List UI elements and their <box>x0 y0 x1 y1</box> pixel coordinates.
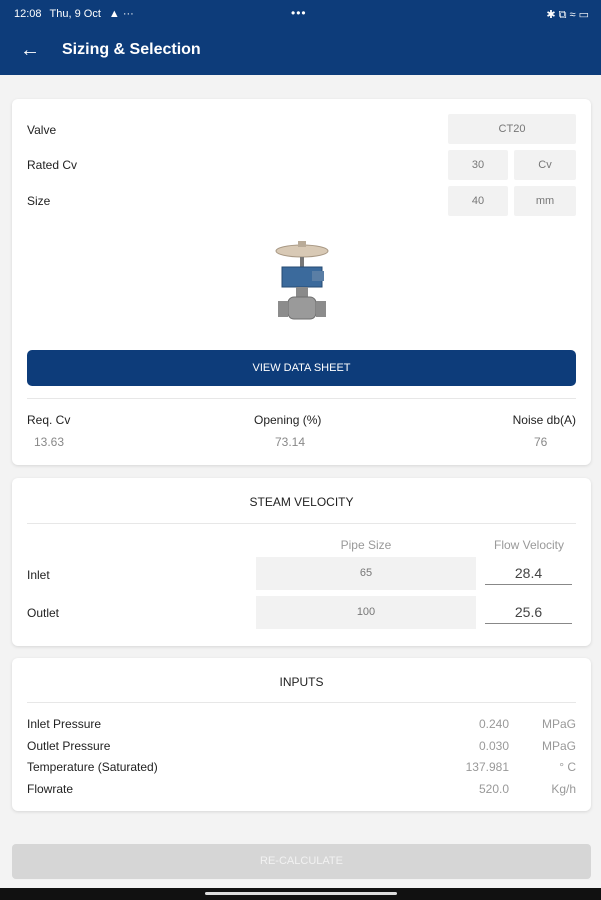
valve-label: Valve <box>27 123 57 137</box>
temperature-unit: ° C <box>559 760 576 774</box>
status-extra-icons: ▲ ··· <box>108 8 134 20</box>
outlet-label: Outlet <box>27 606 60 620</box>
home-handle[interactable] <box>205 892 397 895</box>
inlet-pipe-size: 65 <box>256 557 476 590</box>
inlet-label: Inlet <box>27 568 50 582</box>
flow-velocity-header: Flow Velocity <box>493 538 565 552</box>
size-value: 40 <box>448 186 508 216</box>
status-bar: 12:08 Thu, 9 Oct ▲ ··· ••• ✱ ⧉ ≈ ▭ <box>0 0 601 30</box>
valve-card: Valve CT20 Rated Cv 30 Cv Size 40 mm VIE… <box>12 99 591 465</box>
gesture-nav-bar <box>0 888 601 900</box>
outlet-velocity-field[interactable]: 25.6 <box>485 604 572 624</box>
divider <box>27 702 576 703</box>
noise-value: 76 <box>534 435 548 449</box>
outlet-pressure-unit: MPaG <box>541 739 576 753</box>
size-unit: mm <box>514 186 576 216</box>
outlet-pressure-label: Outlet Pressure <box>27 739 111 753</box>
size-label: Size <box>27 194 51 208</box>
status-time: 12:08 <box>14 8 42 20</box>
opening-label: Opening (%) <box>254 413 322 427</box>
inputs-card: INPUTS Inlet Pressure 0.240 MPaG Outlet … <box>12 658 591 811</box>
view-data-sheet-button[interactable]: VIEW DATA SHEET <box>27 350 576 386</box>
req-cv-label: Req. Cv <box>27 413 71 427</box>
valve-image <box>275 241 329 320</box>
req-cv-value: 13.63 <box>34 435 65 449</box>
page-title: Sizing & Selection <box>62 41 201 58</box>
inlet-pressure-label: Inlet Pressure <box>27 717 102 731</box>
more-dots-icon: ••• <box>291 6 307 20</box>
divider <box>27 398 576 399</box>
inlet-velocity-field[interactable]: 28.4 <box>485 565 572 585</box>
rated-cv-value: 30 <box>448 150 508 180</box>
flowrate-label: Flowrate <box>27 782 74 796</box>
back-arrow-icon[interactable]: ← <box>18 38 42 62</box>
temperature-label: Temperature (Saturated) <box>27 760 158 774</box>
pipe-size-header: Pipe Size <box>340 538 392 552</box>
divider <box>27 523 576 524</box>
flowrate-unit: Kg/h <box>551 782 576 796</box>
noise-label: Noise db(A) <box>512 413 576 427</box>
inlet-pressure-value: 0.240 <box>478 717 509 731</box>
inputs-title: INPUTS <box>279 675 324 689</box>
flowrate-value: 520.0 <box>478 782 509 796</box>
steam-velocity-title: STEAM VELOCITY <box>249 495 354 509</box>
opening-value: 73.14 <box>275 435 306 449</box>
system-icons: ✱ ⧉ ≈ ▭ <box>546 9 589 21</box>
recalculate-button[interactable]: RE-CALCULATE <box>12 844 591 879</box>
inlet-pressure-unit: MPaG <box>541 717 576 731</box>
temperature-value: 137.981 <box>465 760 509 774</box>
app-bar: ← Sizing & Selection <box>0 30 601 75</box>
outlet-pressure-value: 0.030 <box>478 739 509 753</box>
rated-cv-unit: Cv <box>514 150 576 180</box>
outlet-pipe-size: 100 <box>256 596 476 629</box>
status-date: Thu, 9 Oct <box>49 8 101 20</box>
rated-cv-label: Rated Cv <box>27 158 78 172</box>
steam-velocity-card: STEAM VELOCITY Pipe Size Flow Velocity I… <box>12 478 591 646</box>
valve-value: CT20 <box>448 114 576 144</box>
